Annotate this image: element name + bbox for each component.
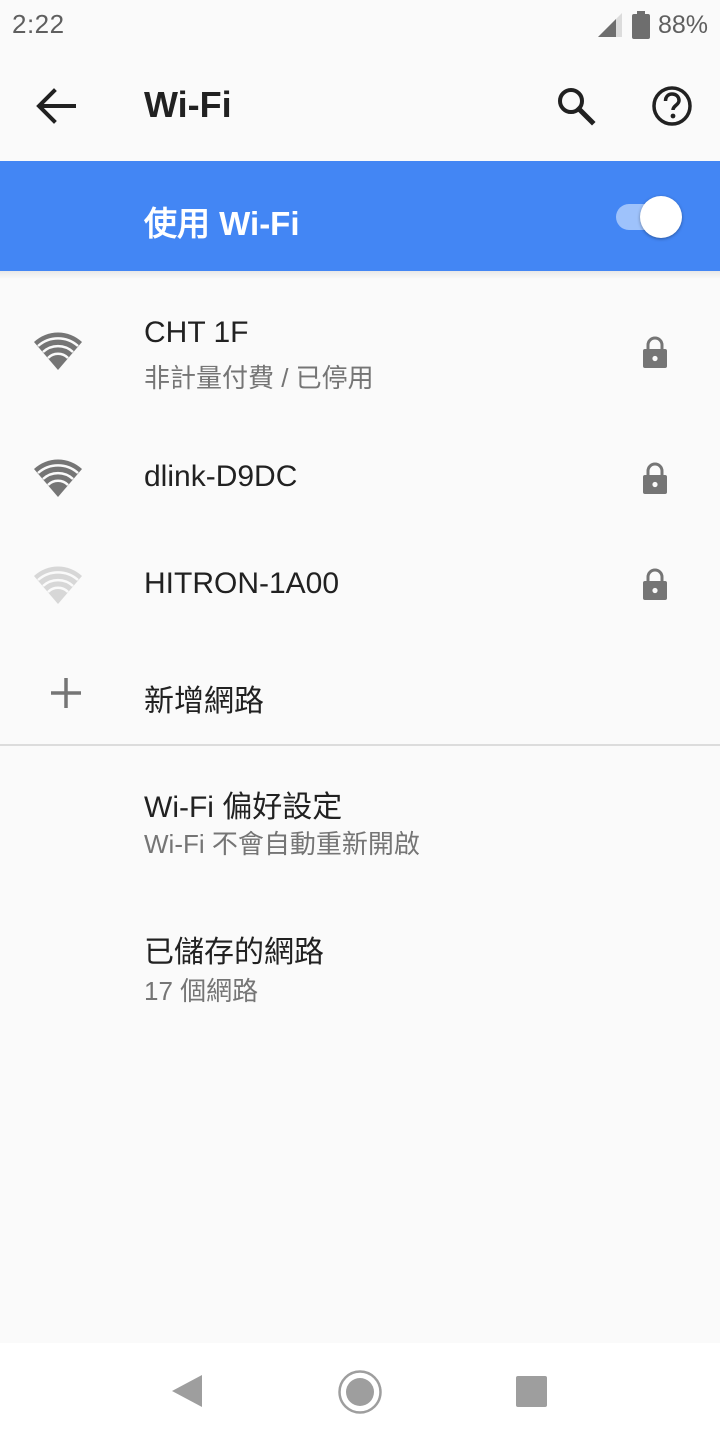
toggle-thumb[interactable] [640, 196, 682, 238]
add-network-row[interactable]: 新增網路 [0, 640, 720, 744]
wifi-weak-icon [34, 566, 82, 604]
wifi-strong-icon [34, 459, 82, 497]
saved-networks-title: 已儲存的網路 [144, 936, 324, 969]
add-network-label: 新增網路 [144, 685, 264, 718]
saved-networks-summary: 17 個網路 [144, 976, 259, 1006]
wifi-master-switch[interactable]: 使用 Wi-Fi [0, 161, 720, 271]
battery-icon [631, 11, 650, 39]
help-icon [652, 86, 692, 126]
network-row[interactable]: CHT 1F 非計量付費 / 已停用 [0, 280, 720, 400]
network-ssid: CHT 1F [144, 316, 249, 349]
arrow-back-icon [36, 88, 76, 124]
section-divider [0, 744, 720, 746]
cell-signal-icon [597, 13, 622, 37]
nav-back-icon[interactable] [170, 1373, 204, 1409]
system-nav-bar [0, 1343, 720, 1440]
nav-home-icon[interactable] [337, 1369, 383, 1415]
lock-icon [643, 336, 667, 368]
switch-shadow [0, 271, 720, 279]
network-row[interactable]: HITRON-1A00 [0, 530, 720, 640]
lock-icon [643, 462, 667, 494]
help-button[interactable] [648, 82, 696, 130]
preferences-summary: Wi-Fi 不會自動重新開啟 [144, 829, 420, 859]
back-button[interactable] [34, 86, 78, 126]
battery-percent: 88% [657, 10, 708, 39]
master-switch-label: 使用 Wi-Fi [144, 205, 300, 242]
status-time: 2:22 [12, 9, 65, 39]
network-status: 非計量付費 / 已停用 [144, 363, 374, 393]
wifi-strong-icon [34, 332, 82, 370]
preferences-title: Wi-Fi 偏好設定 [144, 791, 343, 824]
app-toolbar: Wi-Fi [0, 50, 720, 160]
wifi-preferences-row[interactable]: Wi-Fi 偏好設定 Wi-Fi 不會自動重新開啟 [0, 760, 720, 880]
nav-recents-icon[interactable] [516, 1376, 547, 1407]
status-indicators: 88% [597, 9, 708, 41]
saved-networks-row[interactable]: 已儲存的網路 17 個網路 [0, 905, 720, 1025]
search-icon [558, 88, 596, 126]
add-icon [51, 678, 81, 708]
network-ssid: HITRON-1A00 [144, 567, 340, 600]
status-bar: 2:22 88% [0, 0, 720, 50]
page-title: Wi-Fi [144, 84, 232, 125]
network-row[interactable]: dlink-D9DC [0, 420, 720, 530]
search-button[interactable] [552, 82, 600, 130]
lock-icon [643, 568, 667, 600]
network-ssid: dlink-D9DC [144, 460, 298, 493]
